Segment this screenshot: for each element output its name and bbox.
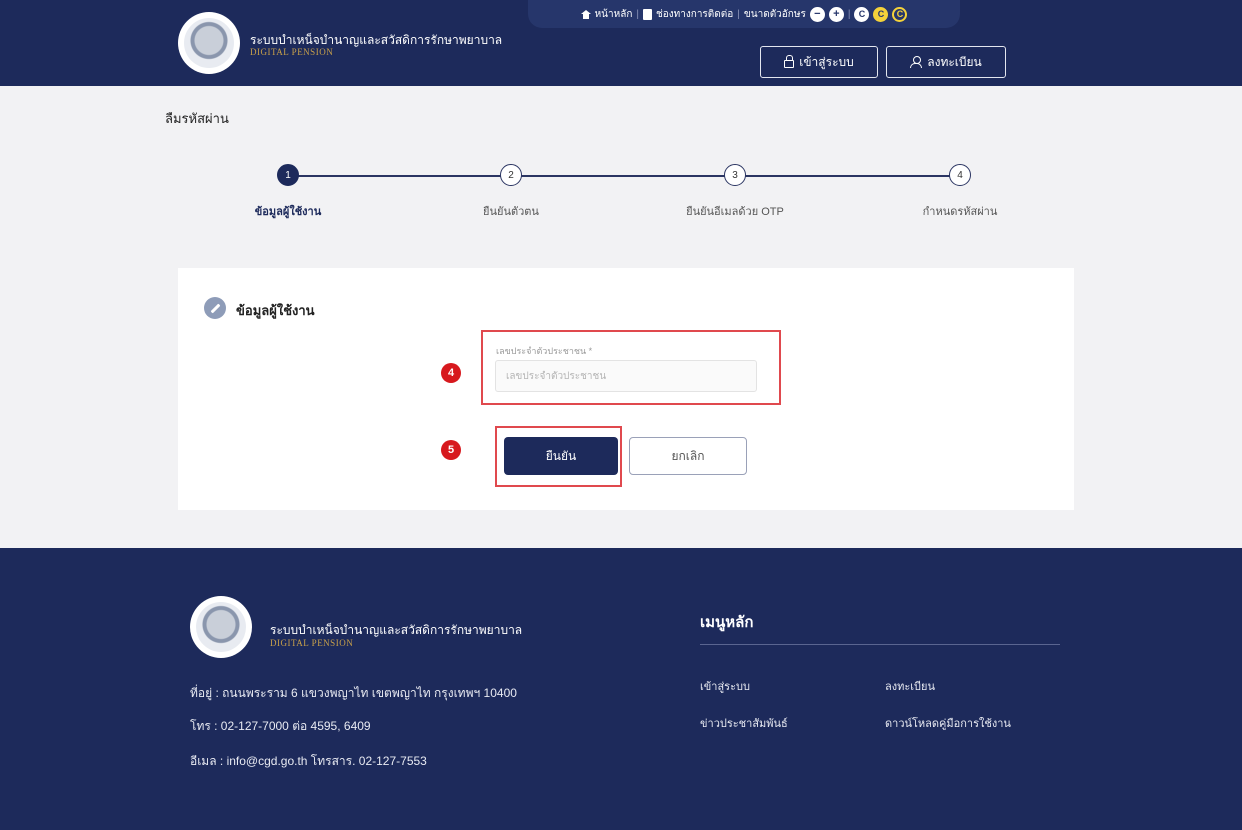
font-increase-button[interactable]: +	[828, 6, 844, 22]
page-title: ลืมรหัสผ่าน	[165, 111, 229, 126]
home-icon[interactable]	[580, 9, 591, 19]
divider: |	[847, 8, 851, 20]
footer-link-news[interactable]: ข่าวประชาสัมพันธ์	[700, 714, 788, 732]
login-label: เข้าสู่ระบบ	[799, 54, 854, 69]
step-2-indicator: 2	[500, 164, 522, 186]
edit-icon	[204, 297, 226, 319]
contact-icon[interactable]	[643, 8, 652, 20]
contrast-default-button[interactable]: C	[854, 6, 870, 22]
id-field-label: เลขประจำตัวประชาชน *	[496, 346, 593, 356]
footer-menu-title: เมนูหลัก	[700, 614, 754, 631]
footer-brand-subtitle: DIGITAL PENSION	[270, 638, 354, 648]
footer-link-login[interactable]: เข้าสู่ระบบ	[700, 677, 750, 695]
step-4-label: กำหนดรหัสผ่าน	[922, 206, 998, 218]
step-3-indicator: 3	[724, 164, 746, 186]
stepper-track	[288, 175, 960, 177]
contact-link[interactable]: ช่องทางการติดต่อ	[656, 7, 733, 22]
confirm-button[interactable]: ยืนยัน	[504, 437, 618, 475]
register-button[interactable]: ลงทะเบียน	[886, 46, 1006, 78]
footer-link-manual[interactable]: ดาวน์โหลดคู่มือการใช้งาน	[885, 714, 1011, 732]
font-size-label: ขนาดตัวอักษร	[743, 8, 806, 20]
step-1-label: ข้อมูลผู้ใช้งาน	[254, 206, 322, 218]
annotation-badge-4: 4	[441, 363, 461, 383]
step-3-label: ยืนยันอีเมลด้วย OTP	[686, 206, 784, 218]
footer-email: อีเมล : info@cgd.go.th โทรสาร. 02-127-75…	[190, 754, 427, 768]
national-id-input[interactable]	[495, 360, 757, 392]
footer-menu-divider	[700, 644, 1060, 645]
register-label: ลงทะเบียน	[927, 54, 982, 69]
section-title: ข้อมูลผู้ใช้งาน	[236, 303, 315, 318]
brand-subtitle: DIGITAL PENSION	[250, 47, 334, 57]
cgd-logo[interactable]	[178, 12, 240, 74]
font-decrease-button[interactable]: −	[809, 6, 825, 22]
emblem-icon	[184, 18, 234, 68]
divider: |	[737, 8, 740, 20]
footer-address: ที่อยู่ : ถนนพระราม 6 แขวงพญาไท เขตพญาไท…	[190, 686, 517, 700]
home-link[interactable]: หน้าหลัก	[595, 7, 633, 22]
utility-bar: หน้าหลัก | ช่องทางการติดต่อ | ขนาดตัวอัก…	[528, 0, 960, 28]
step-1-indicator: 1	[277, 164, 299, 186]
annotation-badge-5: 5	[441, 440, 461, 460]
step-4-indicator: 4	[949, 164, 971, 186]
step-2-label: ยืนยันตัวตน	[483, 206, 539, 218]
lock-icon	[784, 55, 795, 68]
user-icon	[910, 56, 923, 68]
divider: |	[636, 8, 639, 20]
site-footer	[0, 548, 1242, 830]
cancel-button[interactable]: ยกเลิก	[629, 437, 747, 475]
footer-link-register[interactable]: ลงทะเบียน	[885, 677, 935, 695]
contrast-dark-button[interactable]: C	[892, 6, 908, 22]
site-header: ระบบบำเหน็จบำนาญและสวัสดิการรักษาพยาบาล …	[0, 0, 1242, 86]
contrast-yellow-button[interactable]: C	[873, 6, 889, 22]
emblem-icon	[196, 602, 246, 652]
footer-logo	[190, 596, 252, 658]
footer-phone: โทร : 02-127-7000 ต่อ 4595, 6409	[190, 719, 371, 733]
login-button[interactable]: เข้าสู่ระบบ	[760, 46, 878, 78]
